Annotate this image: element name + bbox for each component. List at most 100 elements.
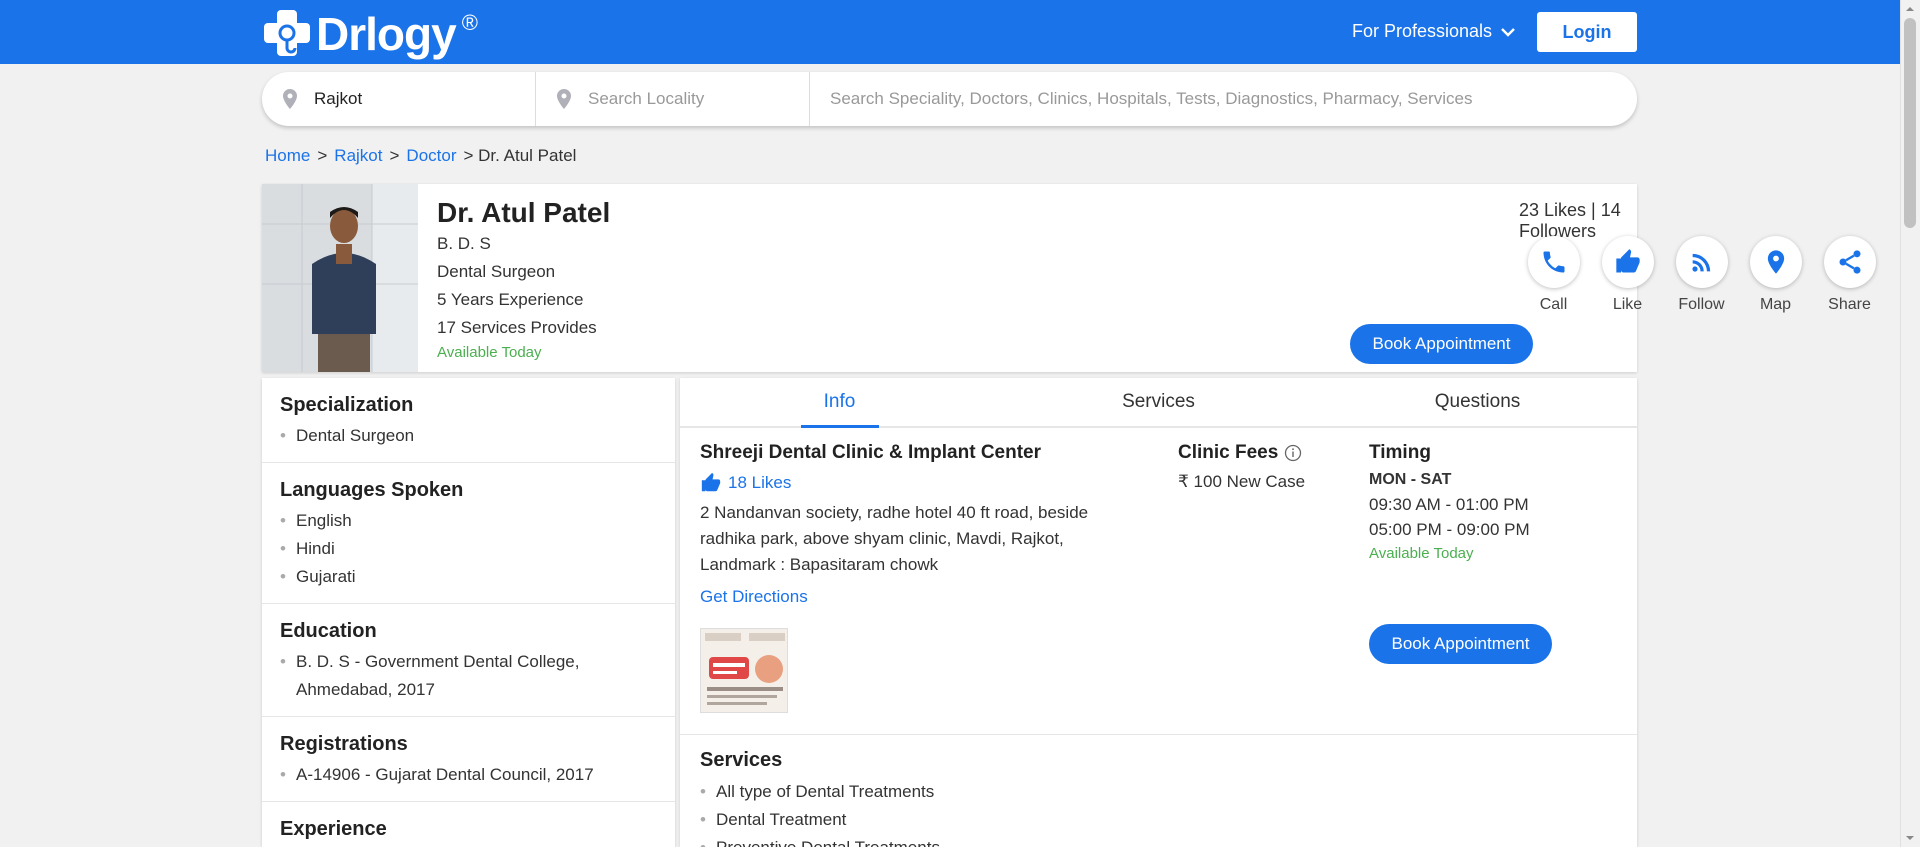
clinic-availability: Available Today [1369, 545, 1474, 562]
clinic-photo-illustration [701, 629, 787, 712]
tab-questions[interactable]: Questions [1318, 378, 1637, 426]
location-pin-icon [557, 89, 571, 109]
call-label: Call [1539, 296, 1568, 313]
breadcrumb-separator: > [317, 146, 328, 165]
clinic-address: 2 Nandanvan society, radhe hotel 40 ft r… [700, 503, 1089, 574]
logo-text: Drlogy [316, 8, 457, 60]
map-button[interactable]: Map [1749, 236, 1802, 314]
tab-services[interactable]: Services [999, 378, 1318, 426]
city-field[interactable]: Rajkot [262, 72, 536, 126]
timing-slot: 05:00 PM - 09:00 PM [1369, 520, 1530, 539]
follow-label: Follow [1678, 296, 1725, 313]
list-item: A-14906 - Gujarat Dental Council, 2017 [280, 761, 657, 789]
scroll-up-arrow-icon[interactable] [1905, 4, 1915, 14]
city-value: Rajkot [314, 89, 363, 108]
rss-icon [1691, 253, 1710, 272]
doctor-experience: 5 Years Experience [437, 290, 584, 309]
tab-info[interactable]: Info [680, 378, 999, 426]
services-title: Services [700, 749, 783, 771]
call-button[interactable]: Call [1527, 236, 1580, 314]
main-search-input[interactable]: Search Speciality, Doctors, Clinics, Hos… [810, 72, 1637, 126]
profile-actions: Call Like Follow Map Share [1527, 236, 1876, 314]
list-item: Dental Treatment [700, 806, 1617, 834]
doctor-photo-illustration [262, 184, 418, 372]
for-professionals-label: For Professionals [1352, 21, 1493, 41]
info-icon[interactable] [1284, 444, 1302, 462]
search-bar: Rajkot Search Locality Search Speciality… [262, 72, 1637, 126]
section-title: Experience [280, 818, 387, 840]
for-professionals-menu[interactable]: For Professionals [1352, 21, 1516, 42]
thumbs-up-icon [701, 472, 721, 492]
phone-icon [1543, 251, 1564, 273]
list-item: Dental Surgeon [280, 422, 657, 450]
section-title: Registrations [280, 733, 408, 755]
section-title: Specialization [280, 394, 414, 416]
doctor-details-panel: Specialization Dental Surgeon Languages … [262, 378, 675, 847]
section-title: Languages Spoken [280, 479, 464, 501]
doctor-name: Dr. Atul Patel [437, 197, 611, 228]
list-item: English [280, 507, 657, 535]
chevron-down-icon [1501, 27, 1515, 37]
breadcrumb-city-link[interactable]: Rajkot [334, 146, 382, 166]
clinic-fees-value: ₹ 100 New Case [1178, 472, 1306, 491]
education-section: Education B. D. S - Government Dental Co… [262, 604, 675, 717]
locality-search-input[interactable]: Search Locality [536, 72, 810, 126]
map-label: Map [1759, 296, 1792, 313]
list-item: Hindi [280, 535, 657, 563]
doctor-services-count: 17 Services Provides [437, 318, 597, 337]
breadcrumb-doctor-link[interactable]: Doctor [406, 146, 456, 166]
services-section: Services All type of Dental Treatments D… [680, 735, 1637, 847]
clinic-card: Shreeji Dental Clinic & Implant Center 1… [680, 428, 1637, 735]
tab-bar: Info Services Questions [680, 378, 1637, 428]
share-label: Share [1828, 296, 1871, 313]
timing-slot: 09:30 AM - 01:00 PM [1369, 495, 1529, 514]
clinic-fees-title: Clinic Fees [1178, 442, 1279, 463]
clinic-likes[interactable]: 18 Likes [700, 472, 791, 494]
doctor-info: Dr. Atul Patel B. D. S Dental Surgeon 5 … [437, 196, 610, 364]
list-item: Preventive Dental Treatments [700, 834, 1617, 847]
map-pin-icon [1767, 250, 1784, 274]
main-search-placeholder: Search Speciality, Doctors, Clinics, Hos… [830, 89, 1473, 108]
clinic-photo-thumbnail[interactable] [700, 628, 788, 713]
scrollbar-thumb[interactable] [1904, 18, 1916, 228]
like-label: Like [1612, 296, 1643, 313]
doctor-photo [262, 184, 418, 372]
clinic-likes-label: 18 Likes [728, 473, 792, 492]
clinic-fees-heading: Clinic Fees [1178, 442, 1302, 464]
clinic-info-panel: Info Services Questions Shreeji Dental C… [680, 378, 1637, 847]
breadcrumb: Home > Rajkot > Doctor > Dr. Atul Patel [265, 146, 576, 166]
drlogy-logo[interactable]: Drlogy ® [262, 6, 478, 62]
specialization-section: Specialization Dental Surgeon [262, 378, 675, 463]
availability-status: Available Today [437, 344, 542, 361]
doctor-title: Dental Surgeon [437, 262, 556, 281]
experience-section: Experience [262, 802, 675, 847]
book-appointment-button[interactable]: Book Appointment [1350, 324, 1533, 364]
share-button[interactable]: Share [1823, 236, 1876, 314]
breadcrumb-home-link[interactable]: Home [265, 146, 310, 166]
clinic-book-appointment-button[interactable]: Book Appointment [1369, 624, 1552, 664]
like-button[interactable]: Like [1601, 236, 1654, 314]
scroll-down-arrow-icon[interactable] [1905, 833, 1915, 843]
stethoscope-logo-icon [264, 10, 310, 56]
doctor-profile-card: Dr. Atul Patel B. D. S Dental Surgeon 5 … [262, 184, 1876, 372]
list-item: Gujarati [280, 563, 657, 591]
share-icon [1839, 250, 1860, 274]
languages-section: Languages Spoken English Hindi Gujarati [262, 463, 675, 604]
list-item: B. D. S - Government Dental College, Ahm… [280, 648, 657, 704]
section-title: Education [280, 620, 377, 642]
list-item: All type of Dental Treatments [700, 778, 1617, 806]
thumbs-up-icon [1615, 249, 1640, 273]
location-pin-icon [283, 89, 297, 109]
get-directions-link[interactable]: Get Directions [700, 587, 808, 607]
login-button[interactable]: Login [1537, 12, 1637, 52]
registered-mark: ® [461, 10, 478, 35]
locality-placeholder: Search Locality [588, 89, 705, 108]
top-navbar: Drlogy ® For Professionals Login [0, 0, 1900, 64]
breadcrumb-current: > Dr. Atul Patel [463, 146, 577, 165]
clinic-name[interactable]: Shreeji Dental Clinic & Implant Center [700, 442, 1041, 464]
timing-days: MON - SAT [1369, 471, 1452, 488]
doctor-degree: B. D. S [437, 234, 491, 253]
timing-title: Timing [1369, 442, 1431, 463]
follow-button[interactable]: Follow [1675, 236, 1728, 314]
breadcrumb-separator: > [389, 146, 400, 165]
